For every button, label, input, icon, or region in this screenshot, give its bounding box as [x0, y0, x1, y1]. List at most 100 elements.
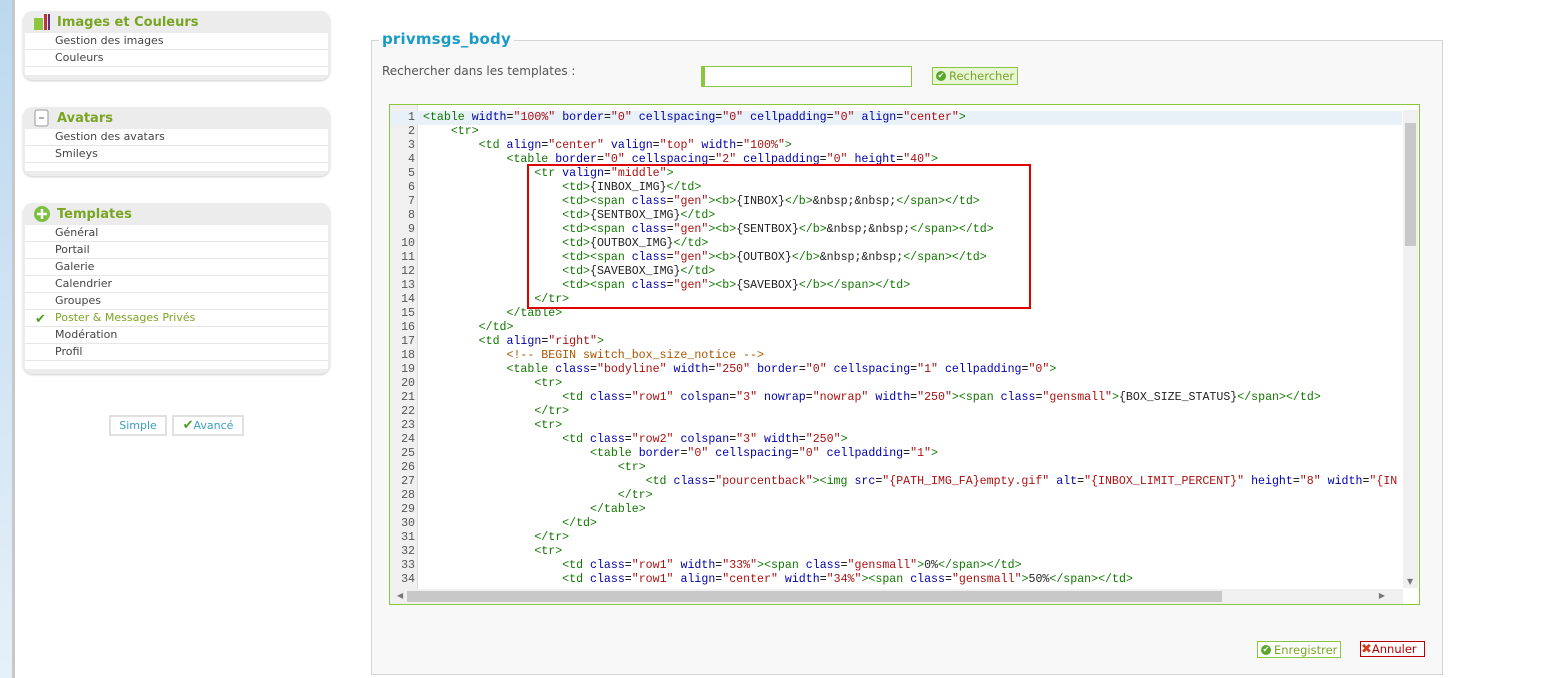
- line-number: 1: [408, 111, 415, 124]
- template-title: privmsgs_body: [379, 30, 514, 48]
- sidebar-item[interactable]: Calendrier: [25, 276, 328, 293]
- sidebar-section-header[interactable]: Images et Couleurs: [25, 11, 328, 33]
- plus-circle-icon: [33, 205, 51, 223]
- horizontal-scrollbar[interactable]: ◀ ▶: [395, 589, 1403, 604]
- sidebar-item-label: Couleurs: [55, 51, 104, 64]
- sidebar-item-label: Profil: [55, 345, 83, 358]
- code-line[interactable]: 21 <td class="row1" colspan="3" nowrap="…: [390, 391, 1402, 405]
- code-text: <td class="row2" colspan="3" width="250"…: [562, 433, 848, 446]
- line-number: 20: [401, 377, 415, 390]
- search-button[interactable]: ✔ Rechercher: [932, 67, 1019, 85]
- vertical-scrollbar[interactable]: ▼: [1403, 110, 1418, 588]
- code-line[interactable]: 32 <tr>: [390, 545, 1402, 559]
- code-line[interactable]: 18 <!-- BEGIN switch_box_size_notice -->: [390, 349, 1402, 363]
- code-text: <tr>: [617, 461, 646, 474]
- code-line[interactable]: 20 <tr>: [390, 377, 1402, 391]
- code-line[interactable]: 23 <tr>: [390, 419, 1402, 433]
- advanced-label: Avancé: [193, 419, 234, 432]
- code-line[interactable]: 28 </tr>: [390, 489, 1402, 503]
- line-number: 13: [401, 279, 415, 292]
- line-number: 23: [401, 419, 415, 432]
- sidebar-item-label: Galerie: [55, 260, 95, 273]
- line-number: 11: [401, 251, 415, 264]
- sidebar-item-label: Poster & Messages Privés: [55, 311, 196, 324]
- code-text: <td class="row1" align="center" width="3…: [562, 573, 1133, 586]
- sidebar-section-0: Images et Couleurs Gestion des images Coul…: [23, 11, 330, 80]
- scroll-down-icon[interactable]: ▼: [1407, 577, 1413, 586]
- section-title: Avatars: [57, 110, 113, 126]
- vertical-scroll-thumb[interactable]: [1405, 123, 1416, 246]
- palette-icon: [33, 13, 51, 31]
- line-number: 2: [408, 125, 415, 138]
- horizontal-scroll-thumb[interactable]: [407, 591, 1222, 602]
- code-line[interactable]: 25 <table border="0" cellspacing="0" cel…: [390, 447, 1402, 461]
- code-line[interactable]: 34 <td class="row1" align="center" width…: [390, 573, 1402, 587]
- code-line[interactable]: 24 <td class="row2" colspan="3" width="2…: [390, 433, 1402, 447]
- sidebar-item[interactable]: Couleurs: [25, 50, 328, 67]
- code-line[interactable]: 1 <table width="100%" border="0" cellspac…: [390, 111, 1402, 125]
- code-line[interactable]: 29 </table>: [390, 503, 1402, 517]
- cancel-button[interactable]: ✖ Annuler: [1360, 641, 1425, 657]
- line-number: 31: [401, 531, 415, 544]
- code-text: <tr>: [534, 545, 563, 558]
- simple-mode-button[interactable]: Simple: [109, 415, 167, 436]
- check-circle-icon: ✔: [1261, 644, 1271, 655]
- sidebar-section-header[interactable]: Templates: [25, 203, 328, 225]
- search-input[interactable]: [701, 66, 912, 87]
- code-line[interactable]: 17 <td align="right">: [390, 335, 1402, 349]
- sidebar-item[interactable]: Gestion des avatars: [25, 129, 328, 146]
- scroll-right-icon[interactable]: ▶: [1379, 591, 1385, 600]
- sidebar-item[interactable]: Portail: [25, 242, 328, 259]
- line-number: 22: [401, 405, 415, 418]
- left-edge-strip: [0, 0, 15, 678]
- save-button-label: Enregistrer: [1274, 642, 1338, 657]
- sidebar-item-label: Gestion des avatars: [55, 130, 165, 143]
- sidebar-section-header[interactable]: Avatars: [25, 107, 328, 129]
- line-number: 9: [408, 223, 415, 236]
- code-line[interactable]: 15 </table>: [390, 307, 1402, 321]
- line-number: 4: [408, 153, 415, 166]
- code-line[interactable]: 3 <td align="center" valign="top" width=…: [390, 139, 1402, 153]
- line-number: 10: [401, 237, 415, 250]
- line-number: 27: [401, 475, 415, 488]
- sidebar-section-2: Templates Général Portail Galerie Calendrier…: [23, 203, 330, 374]
- line-number: 33: [401, 559, 415, 572]
- sidebar-item-label: Gestion des images: [55, 34, 164, 47]
- code-line[interactable]: 2 <tr>: [390, 125, 1402, 139]
- sidebar-item[interactable]: Groupes: [25, 293, 328, 310]
- code-line[interactable]: 27 <td class="pourcentback"><img src="{P…: [390, 475, 1402, 489]
- line-number: 12: [401, 265, 415, 278]
- code-line[interactable]: 30 </td>: [390, 517, 1402, 531]
- sidebar-item[interactable]: ✔ Poster & Messages Privés: [25, 310, 328, 327]
- line-number: 5: [408, 167, 415, 180]
- code-text: <!-- BEGIN switch_box_size_notice -->: [423, 349, 764, 362]
- sidebar-item-label: Portail: [55, 243, 90, 256]
- sidebar-item[interactable]: Smileys: [25, 146, 328, 163]
- code-line[interactable]: 19 <table class="bodyline" width="250" b…: [390, 363, 1402, 377]
- code-line[interactable]: 16 </td>: [390, 321, 1402, 335]
- line-number: 14: [401, 293, 415, 306]
- checkmark-icon: ✔: [182, 418, 194, 433]
- save-button[interactable]: ✔ Enregistrer: [1257, 641, 1342, 658]
- highlight-annotation-box: [527, 164, 1031, 309]
- check-circle-icon: ✔: [936, 71, 946, 81]
- code-line[interactable]: 31 </tr>: [390, 531, 1402, 545]
- search-label: Rechercher dans les templates :: [382, 64, 576, 78]
- sidebar-item[interactable]: Galerie: [25, 259, 328, 276]
- code-text: <tr>: [450, 125, 479, 138]
- section-footer: [25, 361, 328, 369]
- sidebar-item[interactable]: Modération: [25, 327, 328, 344]
- line-number: 15: [401, 307, 415, 320]
- line-number: 18: [401, 349, 415, 362]
- code-text: <table border="0" cellspacing="0" cellpa…: [589, 447, 938, 460]
- code-line[interactable]: 33 <td class="row1" width="33%"><span cl…: [390, 559, 1402, 573]
- code-text: <tr>: [534, 419, 563, 432]
- sidebar-item[interactable]: Gestion des images: [25, 33, 328, 50]
- scroll-left-icon[interactable]: ◀: [397, 591, 403, 600]
- code-line[interactable]: 26 <tr>: [390, 461, 1402, 475]
- sidebar-item[interactable]: Général: [25, 225, 328, 242]
- line-number: 21: [401, 391, 415, 404]
- advanced-mode-button[interactable]: ✔ Avancé: [172, 415, 244, 436]
- sidebar-item[interactable]: Profil: [25, 344, 328, 361]
- code-line[interactable]: 22 </tr>: [390, 405, 1402, 419]
